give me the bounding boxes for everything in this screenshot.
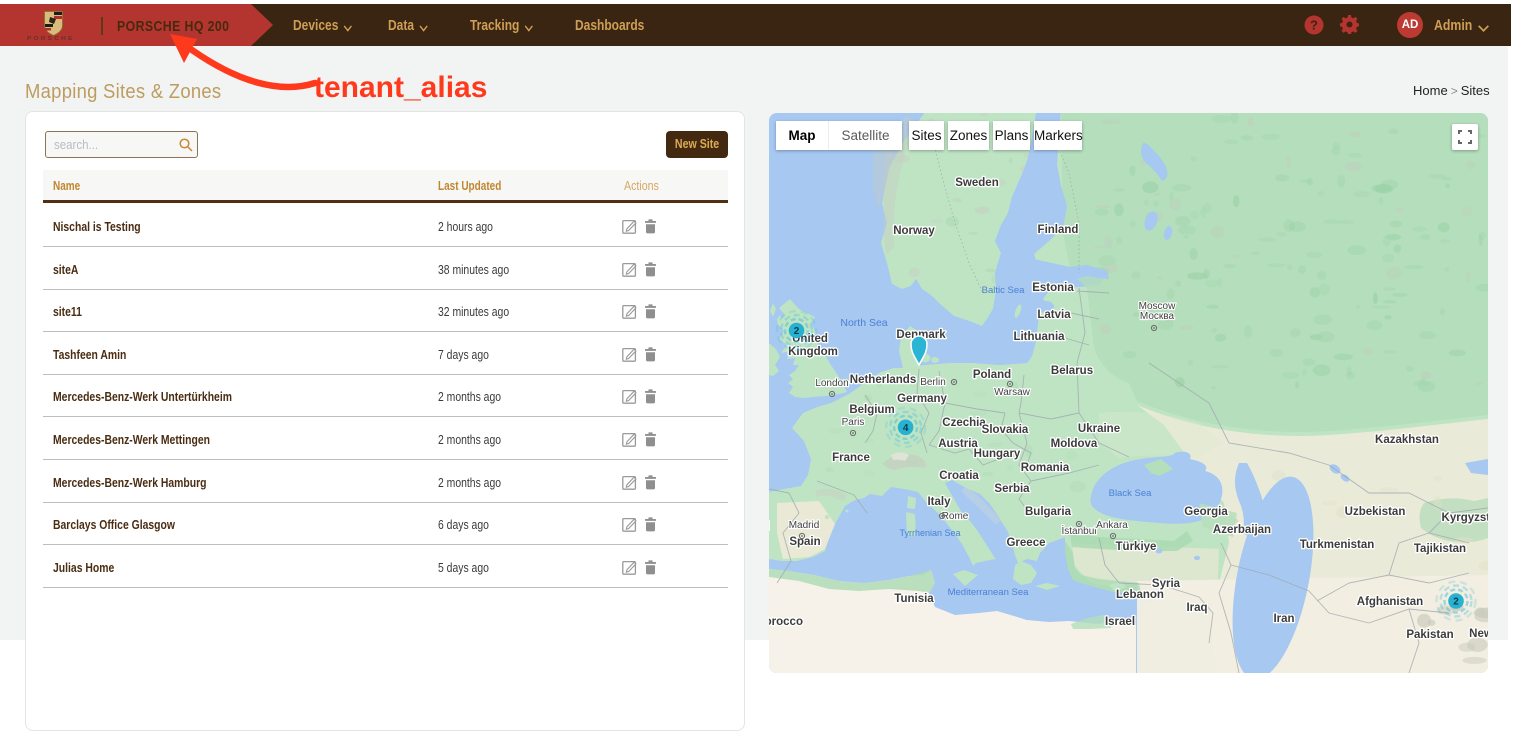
svg-text:Latvia: Latvia xyxy=(1037,309,1071,321)
svg-text:London: London xyxy=(815,378,848,389)
svg-text:Morocco: Morocco xyxy=(769,616,803,628)
svg-text:Iraq: Iraq xyxy=(1186,602,1207,614)
svg-text:Türkiye: Türkiye xyxy=(1116,541,1157,553)
svg-text:Warsaw: Warsaw xyxy=(994,387,1031,398)
svg-text:Black Sea: Black Sea xyxy=(1109,488,1152,499)
svg-text:Belgium: Belgium xyxy=(849,404,894,416)
svg-text:Austria: Austria xyxy=(938,438,978,450)
svg-text:Israel: Israel xyxy=(1105,616,1135,628)
svg-text:Serbia: Serbia xyxy=(994,483,1030,495)
svg-text:Madrid: Madrid xyxy=(789,520,820,531)
svg-text:North Sea: North Sea xyxy=(840,317,887,329)
svg-text:Finland: Finland xyxy=(1038,224,1079,236)
svg-text:Moldova: Moldova xyxy=(1051,438,1098,450)
svg-text:Kyrgyzsta: Kyrgyzsta xyxy=(1442,512,1488,524)
svg-text:?: ? xyxy=(1310,18,1318,33)
svg-text:Belarus: Belarus xyxy=(1051,365,1093,377)
svg-text:Uzbekistan: Uzbekistan xyxy=(1345,506,1406,518)
svg-text:Czechia: Czechia xyxy=(942,417,986,429)
svg-text:Sweden: Sweden xyxy=(955,177,998,189)
svg-text:Rome: Rome xyxy=(942,511,969,522)
svg-text:Croatia: Croatia xyxy=(939,470,979,482)
svg-text:Hungary: Hungary xyxy=(974,448,1021,460)
svg-text:2: 2 xyxy=(794,326,800,337)
svg-text:France: France xyxy=(832,452,870,464)
svg-text:İstanbul: İstanbul xyxy=(1061,524,1096,537)
svg-text:Lithuania: Lithuania xyxy=(1013,331,1065,343)
svg-text:Turkmenistan: Turkmenistan xyxy=(1300,539,1375,551)
svg-text:Slovakia: Slovakia xyxy=(982,424,1029,436)
svg-text:Pakistan: Pakistan xyxy=(1406,629,1453,641)
svg-text:Ankara: Ankara xyxy=(1096,520,1128,531)
svg-text:Lebanon: Lebanon xyxy=(1116,589,1164,601)
svg-text:Spain: Spain xyxy=(789,536,820,548)
svg-text:Romania: Romania xyxy=(1021,462,1070,474)
svg-text:Estonia: Estonia xyxy=(1032,282,1074,294)
svg-text:Tajikistan: Tajikistan xyxy=(1414,543,1466,555)
svg-text:Netherlands: Netherlands xyxy=(850,374,916,386)
svg-text:Kazakhstan: Kazakhstan xyxy=(1375,434,1439,446)
svg-text:Azerbaijan: Azerbaijan xyxy=(1213,524,1271,536)
svg-text:2: 2 xyxy=(1453,597,1459,608)
svg-text:New: New xyxy=(1469,628,1488,640)
svg-text:4: 4 xyxy=(903,423,909,434)
svg-text:Москва: Москва xyxy=(1140,311,1175,322)
svg-text:Greece: Greece xyxy=(1006,537,1045,549)
svg-text:Ukraine: Ukraine xyxy=(1078,423,1120,435)
svg-text:Iran: Iran xyxy=(1273,613,1294,625)
svg-text:Berlin: Berlin xyxy=(920,377,946,388)
svg-text:Kingdom: Kingdom xyxy=(788,346,838,358)
svg-text:Tunisia: Tunisia xyxy=(894,593,934,605)
svg-text:Baltic Sea: Baltic Sea xyxy=(982,285,1025,296)
svg-text:Bulgaria: Bulgaria xyxy=(1025,506,1072,518)
svg-text:Paris: Paris xyxy=(842,417,865,428)
svg-text:Georgia: Georgia xyxy=(1184,506,1228,518)
svg-text:Mediterranean Sea: Mediterranean Sea xyxy=(948,587,1030,598)
svg-text:Italy: Italy xyxy=(927,496,951,508)
svg-text:Afghanistan: Afghanistan xyxy=(1357,596,1423,608)
svg-text:Poland: Poland xyxy=(973,369,1011,381)
svg-text:Norway: Norway xyxy=(893,225,935,237)
svg-text:Germany: Germany xyxy=(897,393,947,405)
svg-text:Tyrrhenian Sea: Tyrrhenian Sea xyxy=(899,528,960,538)
